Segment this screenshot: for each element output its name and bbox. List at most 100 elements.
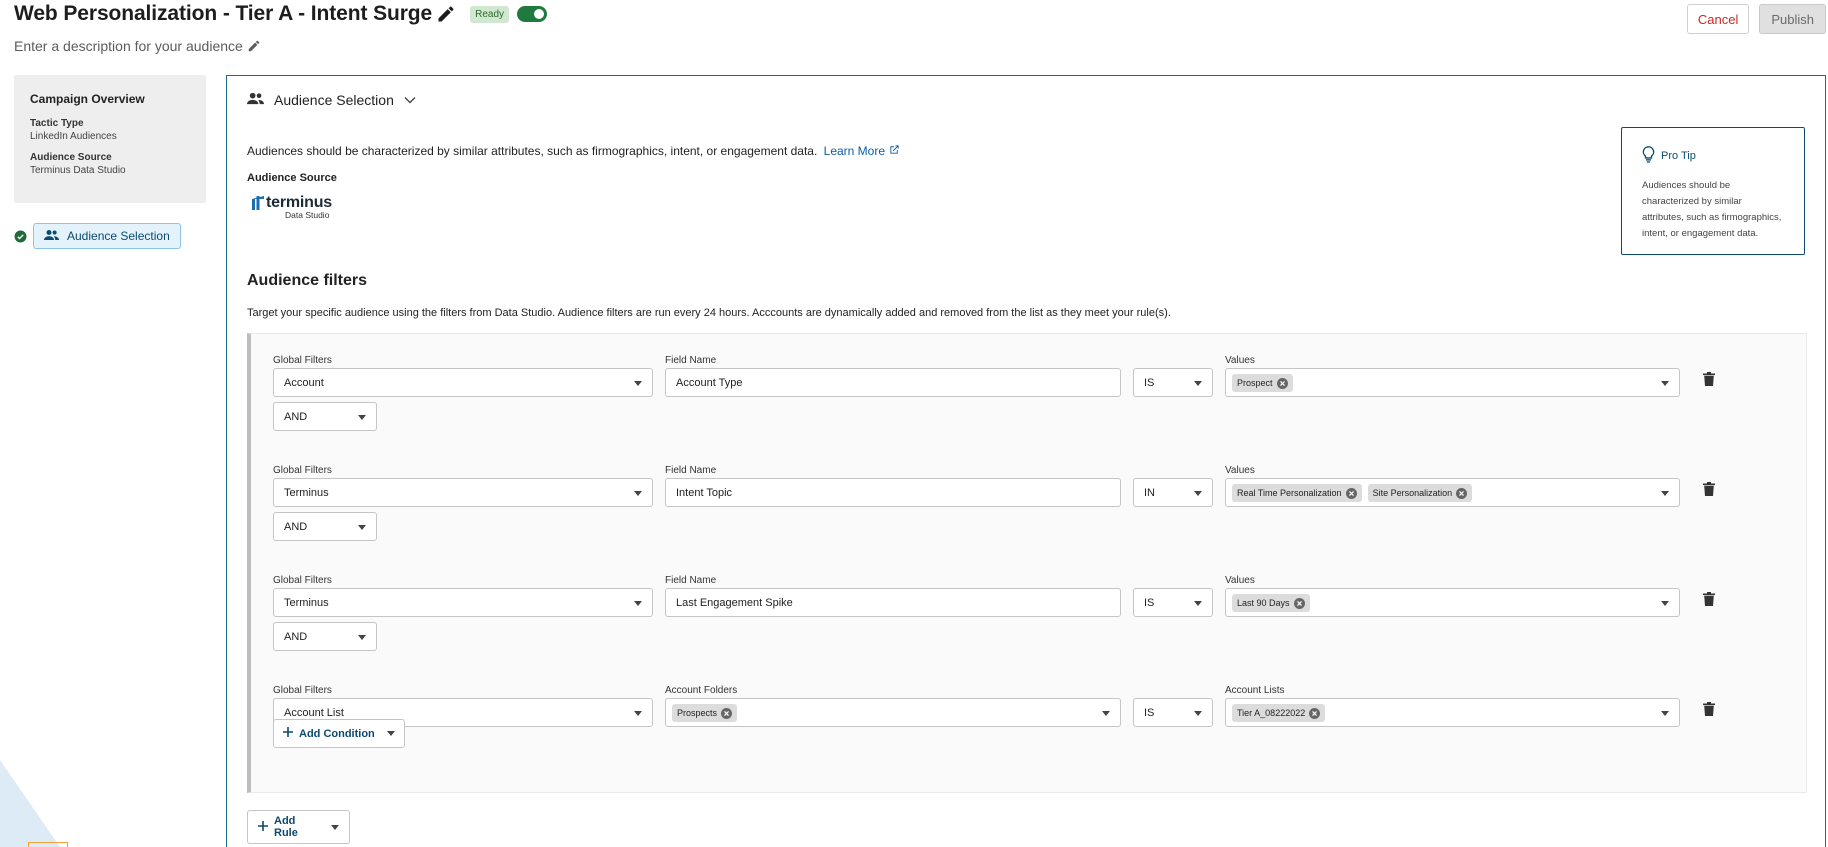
plus-icon: [283, 727, 293, 740]
pencil-icon[interactable]: [436, 4, 456, 24]
add-rule-button[interactable]: Add Rule: [247, 810, 350, 844]
values-chips: Real Time Personalization Site Personali…: [1232, 484, 1478, 502]
audience-selection-step-button[interactable]: Audience Selection: [33, 223, 181, 249]
external-link-icon[interactable]: [889, 144, 900, 158]
chevron-down-icon[interactable]: [404, 92, 416, 108]
account-folders-select[interactable]: Prospects: [665, 698, 1121, 727]
chip-label: Prospect: [1237, 378, 1273, 388]
field-name-input[interactable]: Account Type: [665, 368, 1121, 397]
sidebar-step-audience-selection: Audience Selection: [14, 223, 181, 249]
title-row: Web Personalization - Tier A - Intent Su…: [14, 2, 547, 26]
caret-down-icon: [634, 711, 642, 716]
folder-chip: Prospects: [672, 704, 738, 722]
operator-select[interactable]: IS: [1133, 698, 1213, 727]
global-filters-select[interactable]: Terminus: [273, 478, 653, 507]
ready-toggle[interactable]: [517, 6, 547, 22]
operator-select[interactable]: IS: [1133, 588, 1213, 617]
operator-value: IS: [1144, 706, 1155, 719]
pro-tip-body: Audiences should be characterized by sim…: [1642, 180, 1782, 239]
values-select[interactable]: Prospect: [1225, 368, 1680, 397]
operator-select[interactable]: IS: [1133, 368, 1213, 397]
global-filters-select[interactable]: Terminus: [273, 588, 653, 617]
close-circle-icon[interactable]: [1456, 487, 1468, 499]
condition-row: Global Filters Terminus Field Name Inten…: [273, 465, 1783, 507]
header-actions: Cancel Publish: [1686, 4, 1826, 34]
learn-more-link[interactable]: Learn More: [824, 144, 900, 158]
section-title: Audience Selection: [274, 92, 394, 108]
connector-select[interactable]: AND: [273, 402, 377, 431]
caret-down-icon: [331, 824, 339, 830]
values-label: Values: [1225, 355, 1255, 366]
field-name-label: Field Name: [665, 355, 717, 366]
caret-down-icon: [358, 635, 366, 640]
field-name-value: Intent Topic: [676, 486, 733, 499]
caret-down-icon: [1194, 491, 1202, 496]
operator-select[interactable]: IN: [1133, 478, 1213, 507]
page-header: Web Personalization - Tier A - Intent Su…: [0, 0, 1828, 70]
step-label: Audience Selection: [67, 229, 170, 243]
add-condition-label: Add Condition: [299, 727, 375, 740]
field-name-value: Account Type: [676, 376, 743, 389]
add-condition-button[interactable]: Add Condition: [273, 719, 405, 748]
pencil-icon[interactable]: [247, 39, 261, 53]
description-row[interactable]: Enter a description for your audience: [14, 38, 261, 54]
description-placeholder[interactable]: Enter a description for your audience: [14, 38, 243, 54]
condition-row: Global Filters Terminus Field Name Last …: [273, 575, 1783, 617]
values-select[interactable]: Last 90 Days: [1225, 588, 1680, 617]
operator-value: IS: [1144, 596, 1155, 609]
global-filters-value: Terminus: [284, 596, 329, 609]
trash-icon[interactable]: [1703, 702, 1715, 716]
field-name-label: Field Name: [665, 575, 717, 586]
global-filters-label: Global Filters: [273, 575, 332, 586]
lightbulb-icon: [1642, 146, 1655, 166]
learn-more-label[interactable]: Learn More: [824, 144, 885, 158]
trash-icon[interactable]: [1703, 592, 1715, 606]
connector-select[interactable]: AND: [273, 512, 377, 541]
trash-icon[interactable]: [1703, 482, 1715, 496]
users-icon: [44, 229, 59, 244]
caret-down-icon: [1661, 381, 1669, 386]
plus-icon: [258, 820, 268, 834]
connector-value: AND: [284, 520, 308, 533]
global-filters-value: Account: [284, 376, 324, 389]
section-header[interactable]: Audience Selection: [247, 92, 416, 108]
caret-down-icon: [1661, 711, 1669, 716]
close-circle-icon[interactable]: [1293, 597, 1305, 609]
trash-icon[interactable]: [1703, 372, 1715, 386]
global-filters-select[interactable]: Account: [273, 368, 653, 397]
audience-source-label: Audience Source: [30, 152, 112, 163]
logo-subtext: Data Studio: [285, 210, 330, 220]
connector-value: AND: [284, 410, 308, 423]
field-name-input[interactable]: Last Engagement Spike: [665, 588, 1121, 617]
field-name-value: Last Engagement Spike: [676, 596, 793, 609]
intro-text: Audiences should be characterized by sim…: [247, 144, 900, 158]
toggle-knob: [534, 9, 544, 19]
field-name-label: Field Name: [665, 465, 717, 476]
values-select[interactable]: Real Time Personalization Site Personali…: [1225, 478, 1680, 507]
operator-value: IS: [1144, 376, 1155, 389]
chip-label: Real Time Personalization: [1237, 488, 1342, 498]
account-lists-select[interactable]: Tier A_08222022: [1225, 698, 1680, 727]
status-badge: Ready: [470, 5, 509, 23]
close-circle-icon[interactable]: [1276, 377, 1288, 389]
close-circle-icon[interactable]: [1345, 487, 1357, 499]
users-icon: [247, 92, 264, 108]
connector-select[interactable]: AND: [273, 622, 377, 651]
caret-down-icon: [1661, 491, 1669, 496]
audience-filters-title: Audience filters: [247, 272, 368, 289]
folders-chips: Prospects: [672, 704, 743, 722]
field-name-input[interactable]: Intent Topic: [665, 478, 1121, 507]
audience-source-value: Terminus Data Studio: [30, 165, 126, 176]
value-chip: Prospect: [1232, 374, 1293, 392]
account-lists-label: Account Lists: [1225, 685, 1285, 696]
account-folders-label: Account Folders: [665, 685, 738, 696]
chip-label: Site Personalization: [1372, 488, 1453, 498]
caret-down-icon: [1194, 601, 1202, 606]
chip-label: Tier A_08222022: [1237, 708, 1306, 718]
condition-row: Global Filters Account List Account Fold…: [273, 685, 1783, 727]
audience-filters-description: Target your specific audience using the …: [247, 307, 1171, 319]
close-circle-icon[interactable]: [721, 707, 733, 719]
cancel-button[interactable]: Cancel: [1686, 4, 1750, 34]
close-circle-icon[interactable]: [1309, 707, 1321, 719]
publish-button[interactable]: Publish: [1759, 4, 1826, 34]
